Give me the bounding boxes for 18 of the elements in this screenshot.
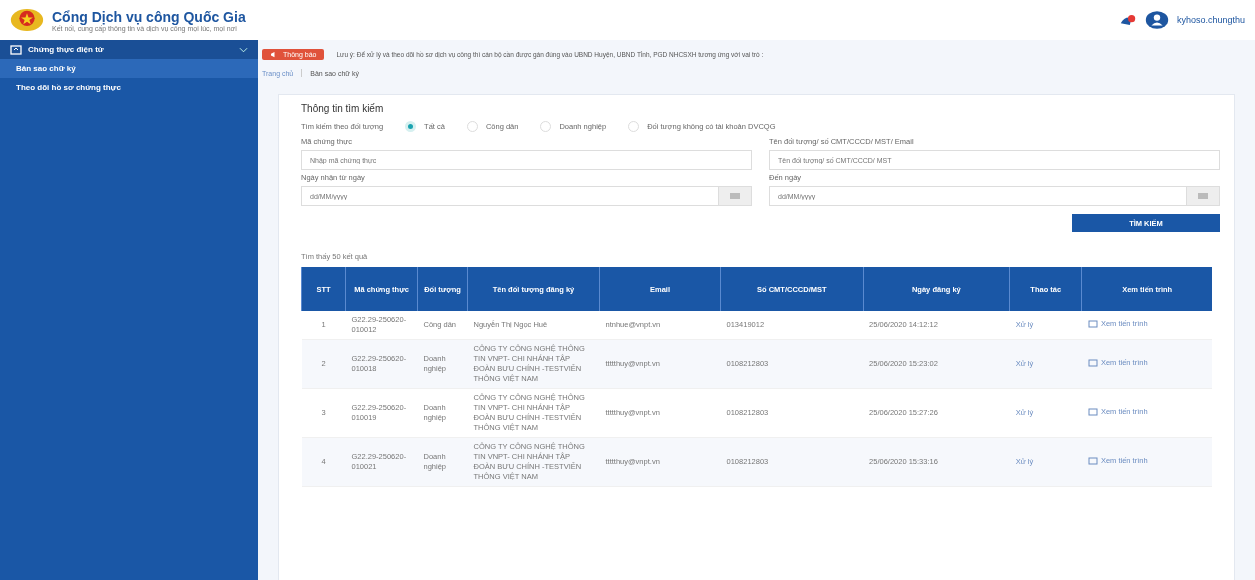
document-icon (10, 44, 22, 55)
sidebar-item[interactable]: Theo dõi hồ sơ chứng thực (0, 78, 258, 97)
window-icon (1087, 320, 1098, 328)
section-title: Thông tin tìm kiếm (301, 103, 385, 114)
emblem-icon (10, 7, 44, 33)
bell-icon[interactable] (1118, 13, 1137, 27)
sidebar-group[interactable]: Chứng thực điện tử (0, 40, 258, 59)
window-icon (1087, 457, 1098, 465)
site-title: Cổng Dịch vụ công Quốc Gia (52, 8, 246, 25)
username[interactable]: kyhoso.chungthu (1176, 15, 1245, 25)
calendar-icon (729, 192, 741, 200)
chevron-icon (239, 46, 248, 53)
group-label: Chứng thực điện tử (28, 45, 104, 54)
sidebar-item[interactable]: Bản sao chữ ký (0, 59, 258, 78)
avatar-icon[interactable] (1144, 10, 1169, 30)
window-icon (1087, 359, 1098, 367)
calendar-icon (1197, 192, 1209, 200)
window-icon (1087, 408, 1098, 416)
